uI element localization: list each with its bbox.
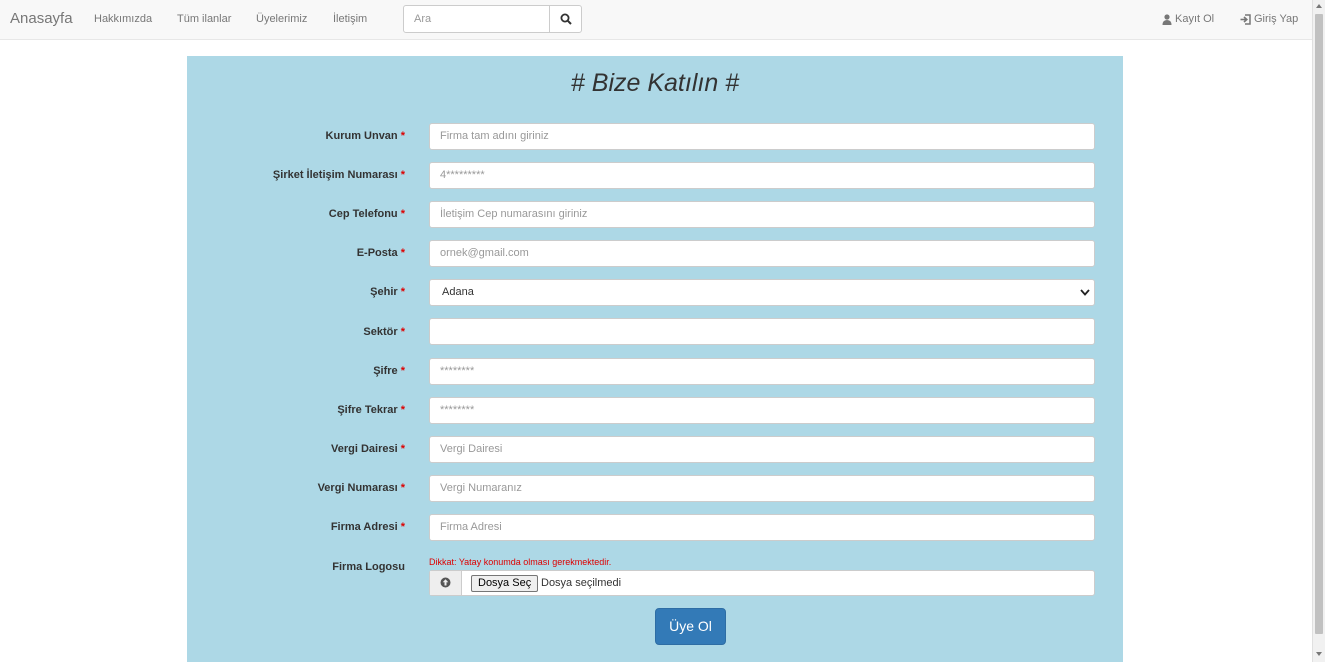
- search-input[interactable]: Ara: [403, 5, 550, 33]
- password-input[interactable]: ********: [429, 358, 1095, 385]
- search-button[interactable]: [549, 5, 582, 33]
- field-label: Şifre Tekrar *: [337, 404, 405, 416]
- logo-file-input[interactable]: Dosya Seç Dosya seçilmedi: [429, 570, 1095, 596]
- city-select[interactable]: Adana: [429, 279, 1095, 306]
- top-navbar: Anasayfa Hakkımızda Tüm ilanlar Üyelerim…: [0, 0, 1312, 40]
- city-select-value: Adana: [442, 286, 474, 298]
- scroll-down-icon[interactable]: [1316, 652, 1322, 656]
- field-label: Vergi Numarası *: [317, 482, 405, 494]
- email-input[interactable]: ornek@gmail.com: [429, 240, 1095, 267]
- log-in-icon: [1240, 13, 1251, 25]
- field-label: Firma Adresi *: [330, 521, 405, 533]
- company-address-input[interactable]: Firma Adresi: [429, 514, 1095, 541]
- login-link[interactable]: Giriş Yap: [1240, 13, 1298, 25]
- signup-button[interactable]: Üye Ol: [655, 608, 726, 645]
- scroll-up-icon[interactable]: [1316, 4, 1322, 8]
- form-title: # Bize Katılın #: [570, 69, 740, 97]
- company-title-input[interactable]: Firma tam adını giriniz: [429, 123, 1095, 150]
- mobile-phone-input[interactable]: İletişim Cep numarasını giriniz: [429, 201, 1095, 228]
- choose-file-button[interactable]: Dosya Seç: [471, 575, 539, 592]
- field-label: Cep Telefonu *: [328, 208, 405, 220]
- vertical-scrollbar[interactable]: [1312, 0, 1325, 662]
- sector-input[interactable]: [429, 318, 1095, 345]
- nav-link-about[interactable]: Hakkımızda: [94, 13, 152, 25]
- scroll-thumb[interactable]: [1315, 14, 1323, 634]
- field-label: Şehir *: [370, 286, 405, 298]
- register-label: Kayıt Ol: [1175, 13, 1215, 25]
- user-icon: [1162, 13, 1172, 25]
- tax-office-input[interactable]: Vergi Dairesi: [429, 436, 1095, 463]
- upload-addon: [430, 571, 462, 595]
- upload-icon: [440, 577, 451, 588]
- logo-label: Firma Logosu: [332, 561, 405, 573]
- company-phone-input[interactable]: 4*********: [429, 162, 1095, 189]
- brand-link[interactable]: Anasayfa: [10, 10, 73, 27]
- tax-number-input[interactable]: Vergi Numaranız: [429, 475, 1095, 502]
- registration-form: # Bize Katılın # Kurum Unvan * Firma tam…: [187, 56, 1123, 662]
- field-label: Sektör *: [363, 326, 405, 338]
- file-status: Dosya seçilmedi: [541, 577, 622, 589]
- logo-hint: Dikkat: Yatay konumda olması gerekmekted…: [429, 557, 612, 567]
- password-confirm-input[interactable]: ********: [429, 397, 1095, 424]
- chevron-down-icon: [1080, 289, 1090, 296]
- page: Anasayfa Hakkımızda Tüm ilanlar Üyelerim…: [0, 0, 1325, 662]
- search-icon: [560, 13, 572, 25]
- register-link[interactable]: Kayıt Ol: [1162, 13, 1214, 25]
- nav-link-all-listings[interactable]: Tüm ilanlar: [177, 13, 231, 25]
- nav-link-contact[interactable]: İletişim: [333, 13, 367, 25]
- field-label: Şirket İletişim Numarası *: [272, 169, 405, 181]
- field-label: Şifre *: [373, 365, 405, 377]
- login-label: Giriş Yap: [1254, 13, 1299, 25]
- field-label: Vergi Dairesi *: [331, 443, 405, 455]
- field-label: E-Posta *: [356, 247, 405, 259]
- field-label: Kurum Unvan *: [325, 130, 405, 142]
- nav-link-members[interactable]: Üyelerimiz: [256, 13, 307, 25]
